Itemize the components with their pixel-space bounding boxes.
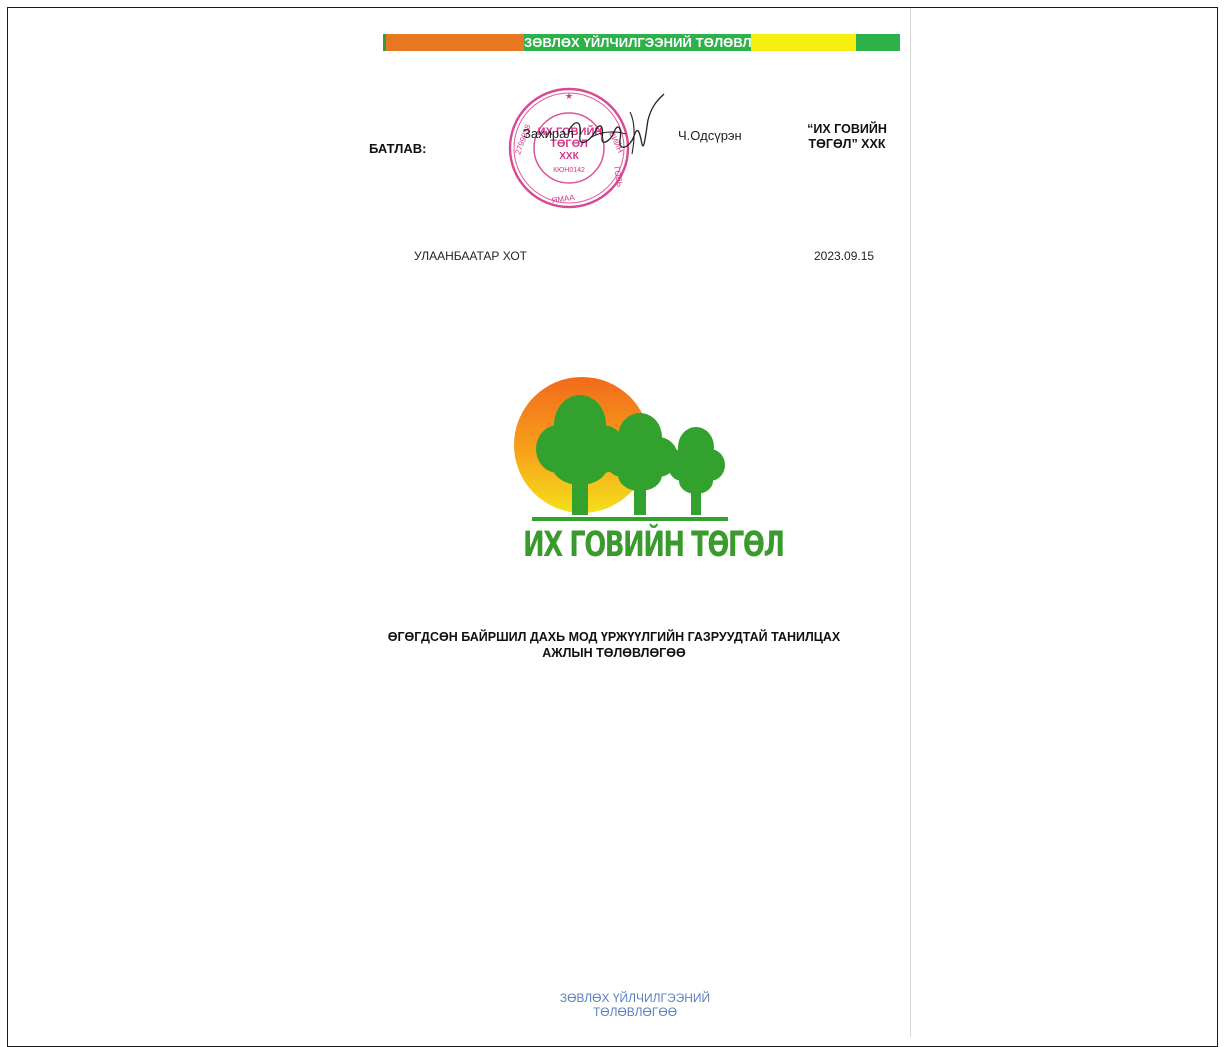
banner-yellow-segment [751,34,856,51]
director-name: Ч.Одсүрэн [678,128,742,143]
page-footer: ЗӨВЛӨХ ҮЙЛЧИЛГЭЭНИЙ ТӨЛӨВЛӨГӨӨ [559,991,711,1019]
banner-orange-segment [386,34,524,51]
company-name-header: “ИХ ГОВИЙН ТӨГӨЛ” ХХК [780,122,914,152]
date-label: 2023.09.15 [814,249,875,263]
document-title-line: АЖЛЫН ТӨЛӨВЛӨГӨӨ [542,646,686,660]
header-banner: ЗӨВЛӨХ ҮЙЛЧИЛГЭЭНИЙ ТӨЛӨВЛӨГӨӨ [383,34,900,51]
page-divider [910,8,911,1037]
company-name-line: ТӨГӨЛ” ХХК [808,137,886,151]
logo-text: ИХ ГОВИЙН ТӨГӨЛ [523,525,785,565]
banner-green-segment [856,34,900,51]
signature-icon [567,93,665,155]
document-title-line: ӨГӨГДСӨН БАЙРШИЛ ДАХЬ МОД ҮРЖҮҮЛГИЙН ГАЗ… [387,630,841,644]
company-name-line: “ИХ ГОВИЙН [807,122,887,136]
approve-label: БАТЛАВ: [369,141,427,156]
document-title: ӨГӨГДСӨН БАЙРШИЛ ДАХЬ МОД ҮРЖҮҮЛГИЙН ГАЗ… [379,629,849,661]
banner-title: ЗӨВЛӨХ ҮЙЛЧИЛГЭЭНИЙ ТӨЛӨВЛӨГӨӨ [524,34,790,51]
seal-line-4: КЮН0142 [553,167,585,174]
city-label: УЛААНБААТАР ХОТ [414,249,527,263]
